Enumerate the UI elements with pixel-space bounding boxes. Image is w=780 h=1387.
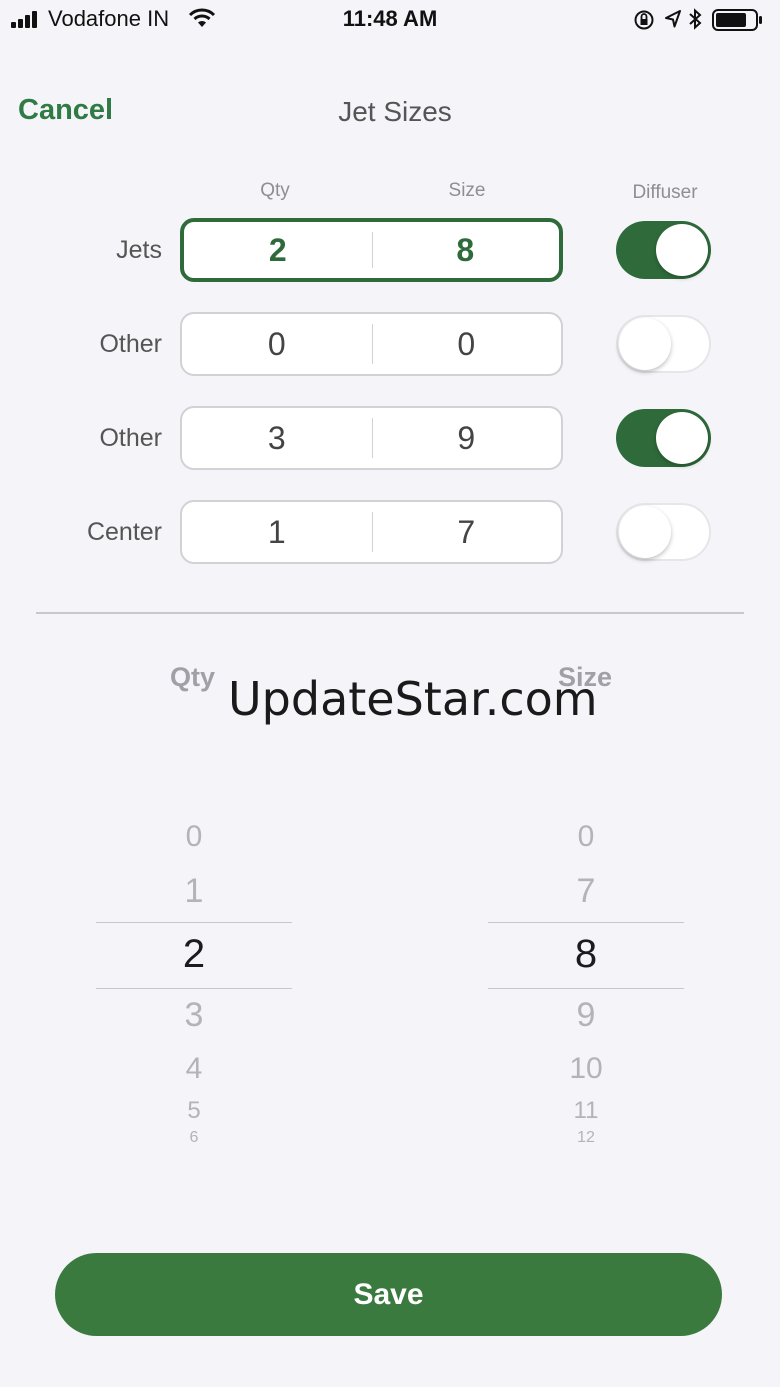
qty-value[interactable]: 1 xyxy=(182,502,372,562)
column-header-qty: Qty xyxy=(260,180,290,201)
picker-option[interactable]: 3 xyxy=(96,998,292,1032)
picker-option[interactable]: 5 xyxy=(96,1099,292,1123)
picker-option-selected[interactable]: 8 xyxy=(488,934,684,974)
column-header-size: Size xyxy=(448,180,486,201)
section-divider xyxy=(36,612,744,614)
picker-option[interactable]: 0 xyxy=(96,822,292,852)
picker-option[interactable]: 4 xyxy=(96,1054,292,1084)
watermark: UpdateStar.com xyxy=(228,672,598,726)
diffuser-toggle[interactable] xyxy=(616,221,711,279)
picker-option[interactable]: 12 xyxy=(488,1130,684,1146)
row-label: Center xyxy=(86,518,162,546)
picker-header-qty: Qty xyxy=(170,662,216,692)
qty-value[interactable]: 3 xyxy=(182,408,372,468)
row-label: Other xyxy=(99,330,162,358)
qty-picker-wheel[interactable]: 0 1 2 3 4 5 6 xyxy=(96,810,292,1150)
toggle-knob xyxy=(619,318,671,370)
row-label: Other xyxy=(99,424,162,452)
picker-option[interactable]: 6 xyxy=(96,1130,292,1146)
diffuser-toggle[interactable] xyxy=(616,503,711,561)
toggle-knob xyxy=(656,412,708,464)
picker-option[interactable]: 0 xyxy=(488,822,684,852)
picker-option-selected[interactable]: 2 xyxy=(96,934,292,974)
page-title: Jet Sizes xyxy=(338,96,452,127)
qty-size-field[interactable]: 00 xyxy=(180,312,563,376)
toggle-knob xyxy=(619,506,671,558)
picker-option[interactable]: 7 xyxy=(488,874,684,908)
qty-size-field[interactable]: 17 xyxy=(180,500,563,564)
picker-option[interactable]: 10 xyxy=(488,1054,684,1084)
diffuser-toggle[interactable] xyxy=(616,315,711,373)
orientation-lock-icon xyxy=(634,10,654,30)
size-value[interactable]: 9 xyxy=(372,408,562,468)
location-arrow-icon xyxy=(665,10,681,28)
column-header-diffuser: Diffuser xyxy=(632,182,698,203)
toggle-knob xyxy=(656,224,708,276)
qty-value[interactable]: 2 xyxy=(184,222,372,278)
size-value[interactable]: 7 xyxy=(372,502,562,562)
bluetooth-icon xyxy=(689,8,702,30)
picker-option[interactable]: 11 xyxy=(488,1099,684,1123)
picker-selection-line xyxy=(96,922,292,923)
status-bar: Vodafone IN 11:48 AM xyxy=(0,0,780,40)
row-label: Jets xyxy=(116,236,162,264)
size-value[interactable]: 8 xyxy=(372,222,560,278)
picker-option[interactable]: 9 xyxy=(488,998,684,1032)
qty-value[interactable]: 0 xyxy=(182,314,372,374)
battery-icon xyxy=(712,9,762,31)
picker-option[interactable]: 1 xyxy=(96,874,292,908)
size-picker-wheel[interactable]: 0 7 8 9 10 11 12 xyxy=(488,810,684,1150)
qty-size-field[interactable]: 28 xyxy=(180,218,563,282)
save-button[interactable]: Save xyxy=(55,1253,722,1336)
status-right-icons xyxy=(634,7,766,33)
diffuser-toggle[interactable] xyxy=(616,409,711,467)
qty-size-field[interactable]: 39 xyxy=(180,406,563,470)
picker-selection-line xyxy=(488,988,684,989)
picker-selection-line xyxy=(488,922,684,923)
picker-selection-line xyxy=(96,988,292,989)
size-value[interactable]: 0 xyxy=(372,314,562,374)
